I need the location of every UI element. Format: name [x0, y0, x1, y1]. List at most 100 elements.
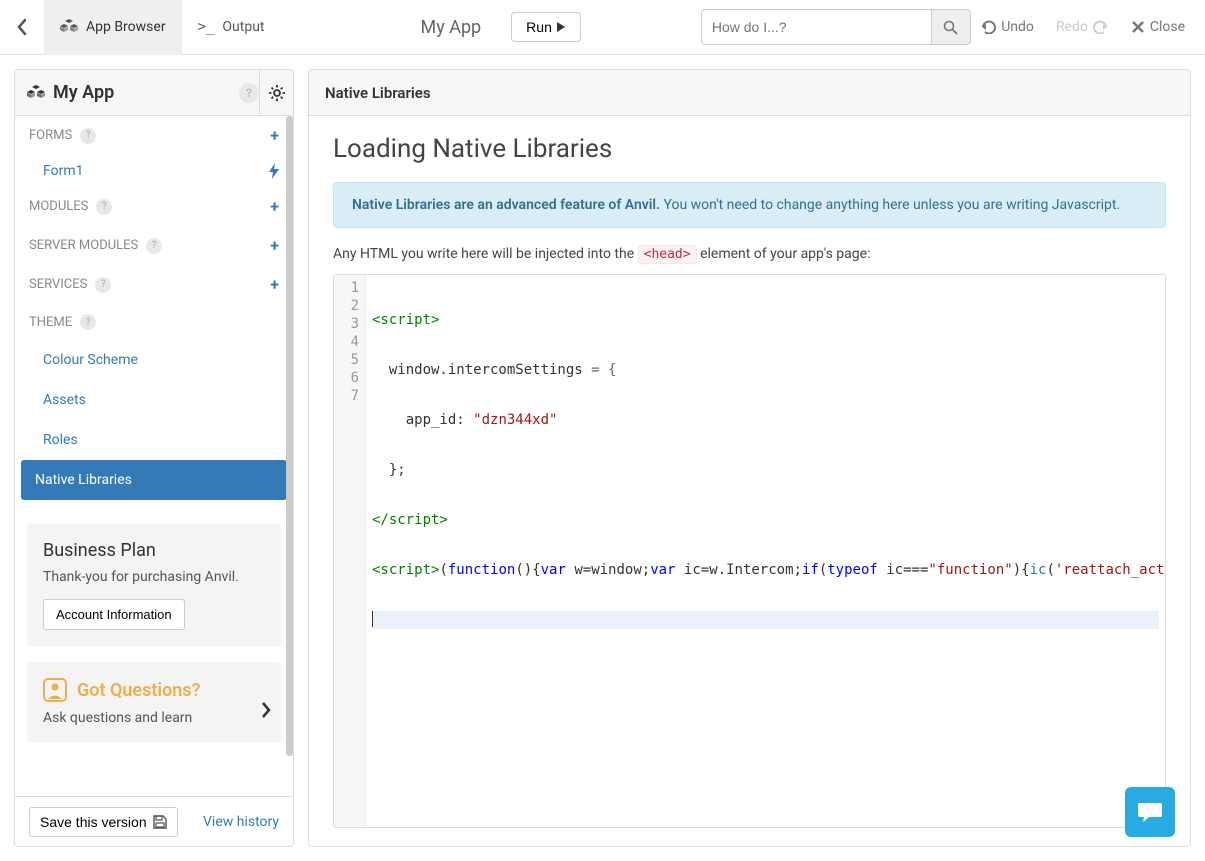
code-token: =window; — [583, 562, 650, 578]
chevron-right-icon — [261, 702, 271, 718]
chat-button[interactable] — [1125, 787, 1175, 837]
plan-title: Business Plan — [43, 540, 265, 561]
description: Any HTML you write here will be injected… — [333, 246, 1166, 262]
save-label: Save this version — [40, 814, 147, 830]
sidebar-item-colour-scheme[interactable]: Colour Scheme — [15, 340, 293, 380]
line-number: 2 — [340, 297, 359, 315]
code-token: = { — [591, 362, 616, 378]
top-toolbar: App Browser >_ Output My App Run Undo Re… — [0, 0, 1205, 55]
code-token: =w.Intercom; — [701, 562, 802, 578]
section-label: THEME — [29, 315, 72, 330]
sidebar-header: My App ? — [15, 70, 293, 116]
line-number: 1 — [340, 279, 359, 297]
code-token: function — [448, 562, 515, 578]
help-icon[interactable]: ? — [146, 238, 162, 254]
code-token: ic — [676, 562, 701, 578]
sidebar-item-form1[interactable]: Form1 — [15, 155, 293, 187]
account-info-button[interactable]: Account Information — [43, 599, 185, 630]
questions-title: Got Questions? — [43, 678, 265, 702]
info-box: Native Libraries are an advanced feature… — [333, 182, 1166, 228]
help-icon[interactable]: ? — [239, 83, 259, 103]
questions-box[interactable]: Got Questions? Ask questions and learn — [27, 662, 281, 742]
add-server-module-button[interactable]: + — [270, 236, 279, 255]
close-label: Close — [1150, 19, 1185, 35]
help-icon[interactable]: ? — [80, 314, 96, 330]
tree-item-label: Form1 — [43, 163, 83, 179]
gear-icon — [268, 84, 286, 102]
line-number: 5 — [340, 351, 359, 369]
code-token: <script> — [372, 312, 439, 328]
code-token: var — [650, 562, 675, 578]
code-token: var — [541, 562, 566, 578]
content-title: Loading Native Libraries — [333, 134, 1166, 164]
info-strong: Native Libraries are an advanced feature… — [352, 197, 660, 213]
back-button[interactable] — [0, 0, 44, 55]
close-button[interactable]: Close — [1131, 19, 1185, 35]
run-label: Run — [526, 19, 552, 35]
sidebar-item-native-libraries[interactable]: Native Libraries — [21, 460, 287, 500]
search-input[interactable] — [701, 9, 931, 45]
section-label: FORMS — [29, 128, 72, 143]
code-token: app_id: — [372, 412, 473, 428]
add-form-button[interactable]: + — [270, 126, 279, 145]
sidebar-item-assets[interactable]: Assets — [15, 380, 293, 420]
scrollbar[interactable] — [286, 116, 293, 756]
run-button[interactable]: Run — [511, 12, 581, 42]
undo-button[interactable]: Undo — [980, 19, 1034, 35]
section-label: MODULES — [29, 199, 88, 214]
code-token: === — [903, 562, 928, 578]
code-token: if — [802, 562, 819, 578]
help-icon[interactable]: ? — [80, 128, 96, 144]
line-number: 3 — [340, 315, 359, 333]
section-modules: MODULES? + — [15, 187, 293, 226]
lightning-icon — [269, 163, 279, 179]
code-editor[interactable]: 1 2 3 4 5 6 7 <script> window.intercomSe… — [333, 274, 1166, 828]
line-gutter: 1 2 3 4 5 6 7 — [334, 275, 366, 827]
undo-icon — [980, 20, 996, 34]
search-wrap — [701, 9, 971, 45]
sidebar-footer: Save this version View history — [15, 796, 293, 846]
sidebar-item-roles[interactable]: Roles — [15, 420, 293, 460]
questions-title-text: Got Questions? — [77, 680, 200, 701]
sidebar-title: My App — [27, 82, 239, 103]
tab-output[interactable]: >_ Output — [182, 0, 281, 55]
undo-label: Undo — [1001, 19, 1034, 35]
redo-button[interactable]: Redo — [1056, 19, 1109, 35]
content-body: Loading Native Libraries Native Librarie… — [309, 116, 1190, 846]
close-icon — [1131, 20, 1145, 34]
plan-text: Thank-you for purchasing Anvil. — [43, 569, 265, 585]
code-area[interactable]: <script> window.intercomSettings = { app… — [366, 275, 1165, 827]
help-icon[interactable]: ? — [96, 199, 112, 215]
section-label: SERVICES — [29, 277, 87, 292]
cursor-line — [372, 611, 1159, 629]
code-token: "function" — [928, 562, 1012, 578]
desc-pre: Any HTML you write here will be injected… — [333, 246, 638, 262]
cubes-icon — [60, 19, 78, 35]
settings-button[interactable] — [259, 70, 293, 116]
content-panel: Native Libraries Loading Native Librarie… — [308, 69, 1191, 847]
search-button[interactable] — [931, 9, 971, 45]
help-icon[interactable]: ? — [95, 277, 111, 293]
sidebar-body[interactable]: FORMS? + Form1 MODULES? + SERVER MODULES… — [15, 116, 293, 796]
add-module-button[interactable]: + — [270, 197, 279, 216]
code-token: 'reattach_activator' — [1055, 562, 1165, 578]
code-token: </script> — [372, 512, 448, 528]
section-services: SERVICES? + — [15, 265, 293, 304]
sidebar: My App ? FORMS? + Form1 MODULES? — [14, 69, 294, 847]
view-history-link[interactable]: View history — [203, 814, 279, 830]
line-number: 6 — [340, 369, 359, 387]
section-forms: FORMS? + — [15, 116, 293, 155]
add-service-button[interactable]: + — [270, 275, 279, 294]
floppy-icon — [153, 815, 167, 829]
save-version-button[interactable]: Save this version — [29, 807, 178, 837]
section-server-modules: SERVER MODULES? + — [15, 226, 293, 265]
code-token: "dzn344xd" — [473, 412, 557, 428]
info-text: You won't need to change anything here u… — [660, 197, 1120, 213]
code-token: <script> — [372, 562, 439, 578]
line-number: 4 — [340, 333, 359, 351]
app-title: My App — [421, 17, 482, 38]
head-tag: <head> — [638, 245, 697, 264]
tab-label: App Browser — [86, 19, 166, 35]
tab-app-browser[interactable]: App Browser — [44, 0, 182, 55]
tab-label: Output — [222, 19, 264, 35]
